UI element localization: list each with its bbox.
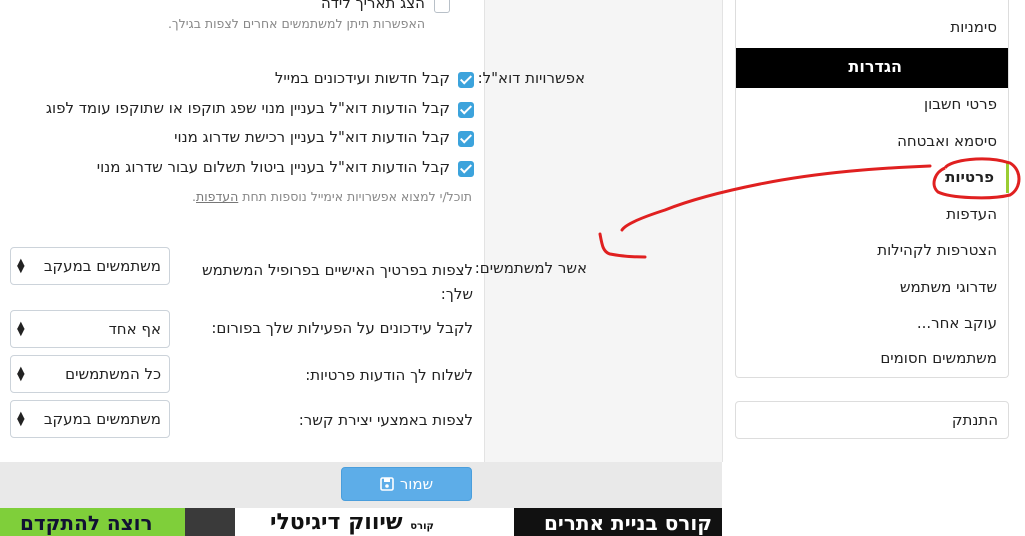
show-birthday-checkbox[interactable] (434, 0, 450, 13)
email-options-hint: תוכל/י למצוא אפשרויות אימייל נוספות תחת … (192, 189, 472, 204)
email-expiry-checkbox[interactable] (458, 102, 474, 118)
sidebar-item-join-communities[interactable]: הצטרפות לקהילות (877, 241, 997, 259)
select-arrows-icon: ▲ ▼ (17, 257, 25, 275)
show-birthday-label: הצג תאריך לידה (320, 0, 425, 12)
sidebar-item-privacy[interactable]: פרטיות (945, 168, 994, 186)
active-item-marker (1006, 163, 1009, 193)
advertisement-banner[interactable]: רוצה להתקדם קורס שיווק דיגיטלי קורס בניי… (0, 508, 722, 536)
show-birthday-hint: האפשרות תיתן למשתמשים אחרים לצפות בגילך. (167, 16, 425, 31)
email-upgrade-purchase-label: קבל הודעות דוא"ל בעניין רכישת שדרוג מנוי (174, 128, 450, 146)
preferences-link[interactable]: העדפות (196, 189, 238, 204)
email-news-checkbox[interactable] (458, 72, 474, 88)
ad-person-image (185, 508, 235, 536)
email-payment-cancel-label: קבל הודעות דוא"ל בעניין ביטול תשלום עבור… (96, 158, 450, 176)
profile-details-question: לצפות בפרטיך האישיים בפרופיל המשתמש שלך: (201, 261, 473, 303)
sidebar-item-preferences[interactable]: העדפות (946, 205, 997, 223)
contact-methods-select[interactable]: משתמשים במעקב ▲ ▼ (10, 400, 170, 438)
email-upgrade-purchase-checkbox[interactable] (458, 131, 474, 147)
sidebar-item-blocked-users[interactable]: משתמשים חסומים (880, 349, 997, 367)
sidebar-item-following[interactable]: עוקב אחר... (917, 314, 997, 332)
email-news-label: קבל חדשות ועידכונים במייל (274, 69, 450, 87)
save-icon (380, 477, 394, 491)
sidebar-item-bookmarks[interactable]: סימניות (950, 18, 997, 36)
save-button[interactable]: שמור (341, 467, 472, 501)
sidebar-item-password-security[interactable]: סיסמא ואבטחה (897, 132, 997, 150)
logout-button[interactable]: התנתק (735, 401, 1009, 439)
sidebar-item-account-details[interactable]: פרטי חשבון (924, 95, 997, 113)
email-options-label: אפשרויות דוא"ל: (477, 69, 585, 87)
email-payment-cancel-checkbox[interactable] (458, 161, 474, 177)
profile-details-select[interactable]: משתמשים במעקב ▲ ▼ (10, 247, 170, 285)
private-messages-select[interactable]: כל המשתמשים ▲ ▼ (10, 355, 170, 393)
sidebar-header-settings: הגדרות (736, 48, 1008, 88)
select-arrows-icon: ▲ ▼ (17, 410, 25, 428)
select-arrows-icon: ▲ ▼ (17, 365, 25, 383)
select-arrows-icon: ▲ ▼ (17, 320, 25, 338)
sidebar-item-user-upgrades[interactable]: שדרוגי משתמש (900, 278, 997, 296)
forum-activity-select[interactable]: אף אחד ▲ ▼ (10, 310, 170, 348)
email-expiry-label: קבל הודעות דוא"ל בעניין מנוי שפג תוקפו א… (45, 99, 450, 117)
private-messages-question: לשלוח לך הודעות פרטיות: (305, 366, 473, 384)
forum-activity-question: לקבל עידכונים על הפעילות שלך בפורום: (211, 319, 473, 337)
contact-methods-question: לצפות באמצעי יצירת קשר: (298, 411, 473, 429)
allow-users-label: אשר למשתמשים: (474, 259, 587, 277)
